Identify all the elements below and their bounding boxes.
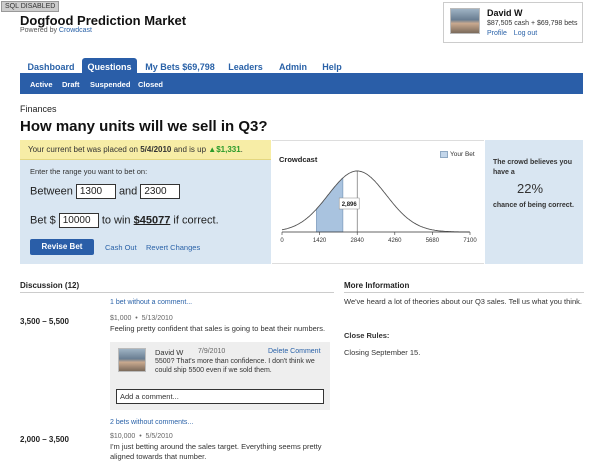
comment-amount-2: $10,000: [110, 433, 136, 440]
if-correct-label: if correct.: [173, 214, 219, 227]
x-tick-label-4: 5680: [426, 238, 440, 244]
notice-date: 5/4/2010: [140, 145, 172, 154]
bet-range-1: 3,500 – 5,500: [20, 317, 69, 326]
subnav-closed[interactable]: Closed: [138, 76, 163, 94]
crowd-line-2: chance of being correct.: [493, 202, 574, 209]
between-label: Between: [30, 185, 73, 198]
comment-text-1: Feeling pretty confident that sales is g…: [110, 324, 326, 333]
powered-prefix: Powered by: [20, 27, 59, 34]
range-row: Between 1300 and 2300: [30, 184, 181, 199]
question-category: Finances: [20, 104, 57, 114]
crowd-panel: The crowd believes you have a 22% chance…: [485, 140, 583, 264]
comment-meta-1: $1,000 • 5/13/2010: [110, 315, 173, 322]
x-tick-label-3: 4260: [388, 238, 402, 244]
comment-amount-1: $1,000: [110, 315, 132, 322]
profile-link[interactable]: Profile: [487, 30, 507, 37]
comment-date-2: 5/5/2010: [145, 433, 173, 440]
and-label: and: [118, 185, 138, 198]
cash-out-link[interactable]: Cash Out: [105, 243, 137, 252]
win-amount: $45077: [133, 214, 171, 227]
user-box: David W $87,505 cash + $69,798 bets Prof…: [443, 2, 583, 43]
bet-range-2: 2,000 – 3,500: [20, 435, 69, 444]
range-high-input[interactable]: 2300: [140, 184, 181, 199]
tab-questions[interactable]: Questions: [82, 58, 137, 76]
user-balance: $87,505 cash + $69,798 bets: [487, 20, 578, 27]
bet-prefix: Bet $: [30, 214, 56, 227]
subnav-suspended[interactable]: Suspended: [90, 76, 130, 94]
main-nav: Dashboard Questions My Bets $69,798 Lead…: [20, 58, 583, 76]
tab-help[interactable]: Help: [316, 58, 348, 76]
revise-bet-button[interactable]: Revise Bet: [30, 239, 94, 255]
powered-by: Powered by Crowdcast: [20, 27, 92, 34]
range-low-input[interactable]: 1300: [75, 184, 116, 199]
bet-amount-input[interactable]: 10000: [58, 213, 99, 228]
to-win-label: to win: [101, 214, 131, 227]
revert-changes-link[interactable]: Revert Changes: [146, 243, 200, 252]
notice-gain: ▲$1,331: [208, 145, 241, 154]
discussion-title: Discussion (12): [20, 281, 80, 290]
subnav-active[interactable]: Active: [30, 76, 53, 94]
reply-date: 7/9/2010: [198, 348, 226, 355]
close-rules-text: Closing September 15.: [344, 348, 421, 357]
reply-author: David W: [155, 348, 184, 357]
distribution-chart[interactable]: 2,896 0 1420 2840 4260 5680 7100: [272, 141, 484, 265]
notice-prefix: Your current bet was placed on: [28, 145, 141, 154]
crowdcast-chart-panel: Crowdcast Your Bet 2,896 0 1420 2840 4260 568…: [272, 140, 484, 264]
bet-notice: Your current bet was placed on 5/4/2010 …: [20, 140, 271, 160]
tab-admin[interactable]: Admin: [273, 58, 313, 76]
tab-leaders[interactable]: Leaders: [223, 58, 268, 76]
x-tick-label-2: 2840: [351, 238, 365, 244]
crowd-line-1: The crowd believes you have a: [493, 159, 572, 176]
notice-suffix: .: [240, 145, 243, 154]
peak-label: 2,896: [342, 202, 358, 208]
discussion-divider: [20, 292, 334, 293]
user-name: David W: [487, 8, 523, 18]
crowd-probability: 22%: [516, 181, 544, 196]
notice-mid: and is up: [171, 145, 209, 154]
app-title: Dogfood Prediction Market: [20, 13, 187, 28]
avatar: [450, 8, 480, 34]
amount-row: Bet $ 10000 to win $45077 if correct.: [30, 213, 219, 228]
logout-link[interactable]: Log out: [514, 30, 537, 37]
x-tick-label-0: 0: [280, 238, 284, 244]
question-title: How many units will we sell in Q3?: [20, 118, 268, 135]
user-links: Profile Log out: [487, 30, 542, 37]
more-info-title: More Information: [344, 281, 410, 290]
comment-meta-2: $10,000 • 5/5/2010: [110, 433, 173, 440]
delete-comment-link[interactable]: Delete Comment: [268, 348, 321, 355]
comment-text-2: I'm just betting around the sales target…: [110, 442, 322, 461]
bet-panel: Your current bet was placed on 5/4/2010 …: [20, 140, 271, 264]
x-tick-label-5: 7100: [463, 238, 477, 244]
reply-avatar: [118, 348, 146, 372]
reply-comment: David W 7/9/2010 Delete Comment 5500? Th…: [110, 342, 330, 410]
more-info-divider: [344, 292, 584, 293]
add-comment-input[interactable]: Add a comment...: [116, 389, 324, 404]
range-label: Enter the range you want to bet on:: [30, 167, 148, 176]
x-tick-label-1: 1420: [313, 238, 327, 244]
sql-disabled-badge: SQL DISABLED: [1, 1, 60, 12]
more-info-text: We've heard a lot of theories about our …: [344, 297, 582, 306]
bets-without-comment-link-2[interactable]: 2 bets without comments...: [110, 419, 193, 426]
tab-my-bets[interactable]: My Bets $69,798: [140, 58, 220, 76]
reply-text: 5500? That's more than confidence. I don…: [155, 358, 315, 374]
close-rules-title: Close Rules:: [344, 331, 390, 340]
sub-nav: Active Draft Suspended Closed: [20, 76, 583, 94]
crowdcast-link[interactable]: Crowdcast: [59, 27, 92, 34]
tab-dashboard[interactable]: Dashboard: [20, 58, 82, 76]
distribution-curve: [281, 170, 470, 233]
comment-date-1: 5/13/2010: [141, 315, 173, 322]
bets-without-comment-link-1[interactable]: 1 bet without a comment...: [110, 299, 192, 306]
subnav-draft[interactable]: Draft: [62, 76, 80, 94]
